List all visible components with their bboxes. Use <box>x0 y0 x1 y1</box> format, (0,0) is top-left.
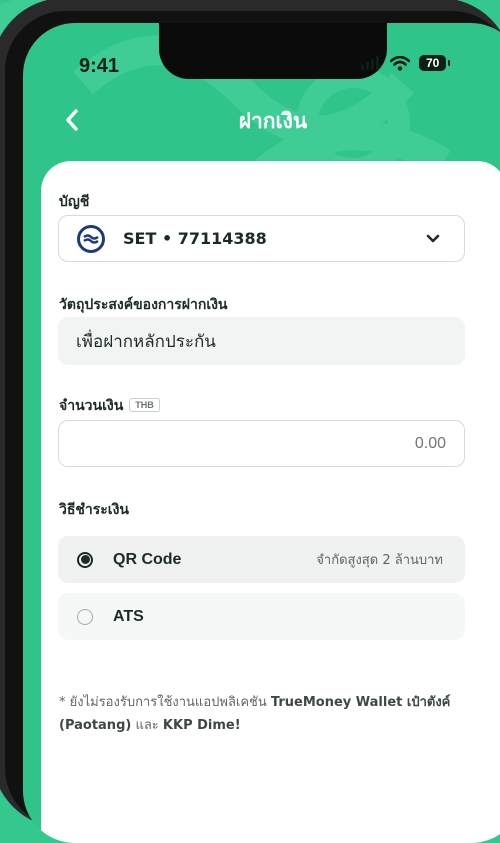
payment-option-qr[interactable]: QR Code จำกัดสูงสุด 2 ล้านบาท <box>58 536 465 583</box>
amount-input[interactable] <box>59 421 464 466</box>
payment-option-limit: จำกัดสูงสุด 2 ล้านบาท <box>316 553 443 568</box>
note-prefix: * ยังไม่รองรับการใช้งานแอปพลิเคชัน <box>59 695 267 710</box>
purpose-label: วัตถุประสงค์ของการฝากเงิน <box>59 297 228 313</box>
page-title: ฝากเงิน <box>238 109 308 133</box>
status-icons: 70 <box>361 55 451 71</box>
purpose-value: เพื่อฝากหลักประกัน <box>76 331 216 352</box>
payment-option-name: ATS <box>113 607 144 625</box>
note-and: และ <box>135 718 159 733</box>
amount-field[interactable] <box>58 420 465 467</box>
wifi-icon <box>390 55 410 71</box>
payment-option-name: QR Code <box>113 550 182 568</box>
amount-label: จำนวนเงิน <box>59 398 124 414</box>
signal-icon <box>361 56 379 70</box>
purpose-field: เพื่อฝากหลักประกัน <box>58 317 465 365</box>
set-logo-icon <box>77 224 105 253</box>
notch <box>159 23 387 79</box>
payment-label: วิธีชำระเงิน <box>59 502 129 518</box>
app-header: ฝากเงิน <box>23 101 500 141</box>
currency-badge: THB <box>129 398 160 412</box>
payment-option-ats[interactable]: ATS <box>58 593 465 640</box>
status-time: 9:41 <box>79 55 120 77</box>
account-value: SET • 77114388 <box>123 229 267 248</box>
account-select[interactable]: SET • 77114388 <box>58 215 465 262</box>
deposit-form: บัญชี SET • 77114388 วัตถุประสงค์ของการฝ… <box>41 161 500 843</box>
unsupported-apps-note: * ยังไม่รองรับการใช้งานแอปพลิเคชัน TrueM… <box>59 691 479 737</box>
chevron-down-icon <box>426 234 440 243</box>
phone-screen: 9:41 70 ฝากเงิน บัญชี SET • 77114388 วัต… <box>23 23 500 843</box>
radio-selected-icon[interactable] <box>77 551 93 568</box>
amount-label-row: จำนวนเงิน THB <box>59 395 160 417</box>
note-app-dime: KKP Dime! <box>162 718 241 733</box>
account-label: บัญชี <box>59 194 90 210</box>
radio-unselected-icon[interactable] <box>77 608 93 625</box>
battery-indicator: 70 <box>419 55 451 71</box>
